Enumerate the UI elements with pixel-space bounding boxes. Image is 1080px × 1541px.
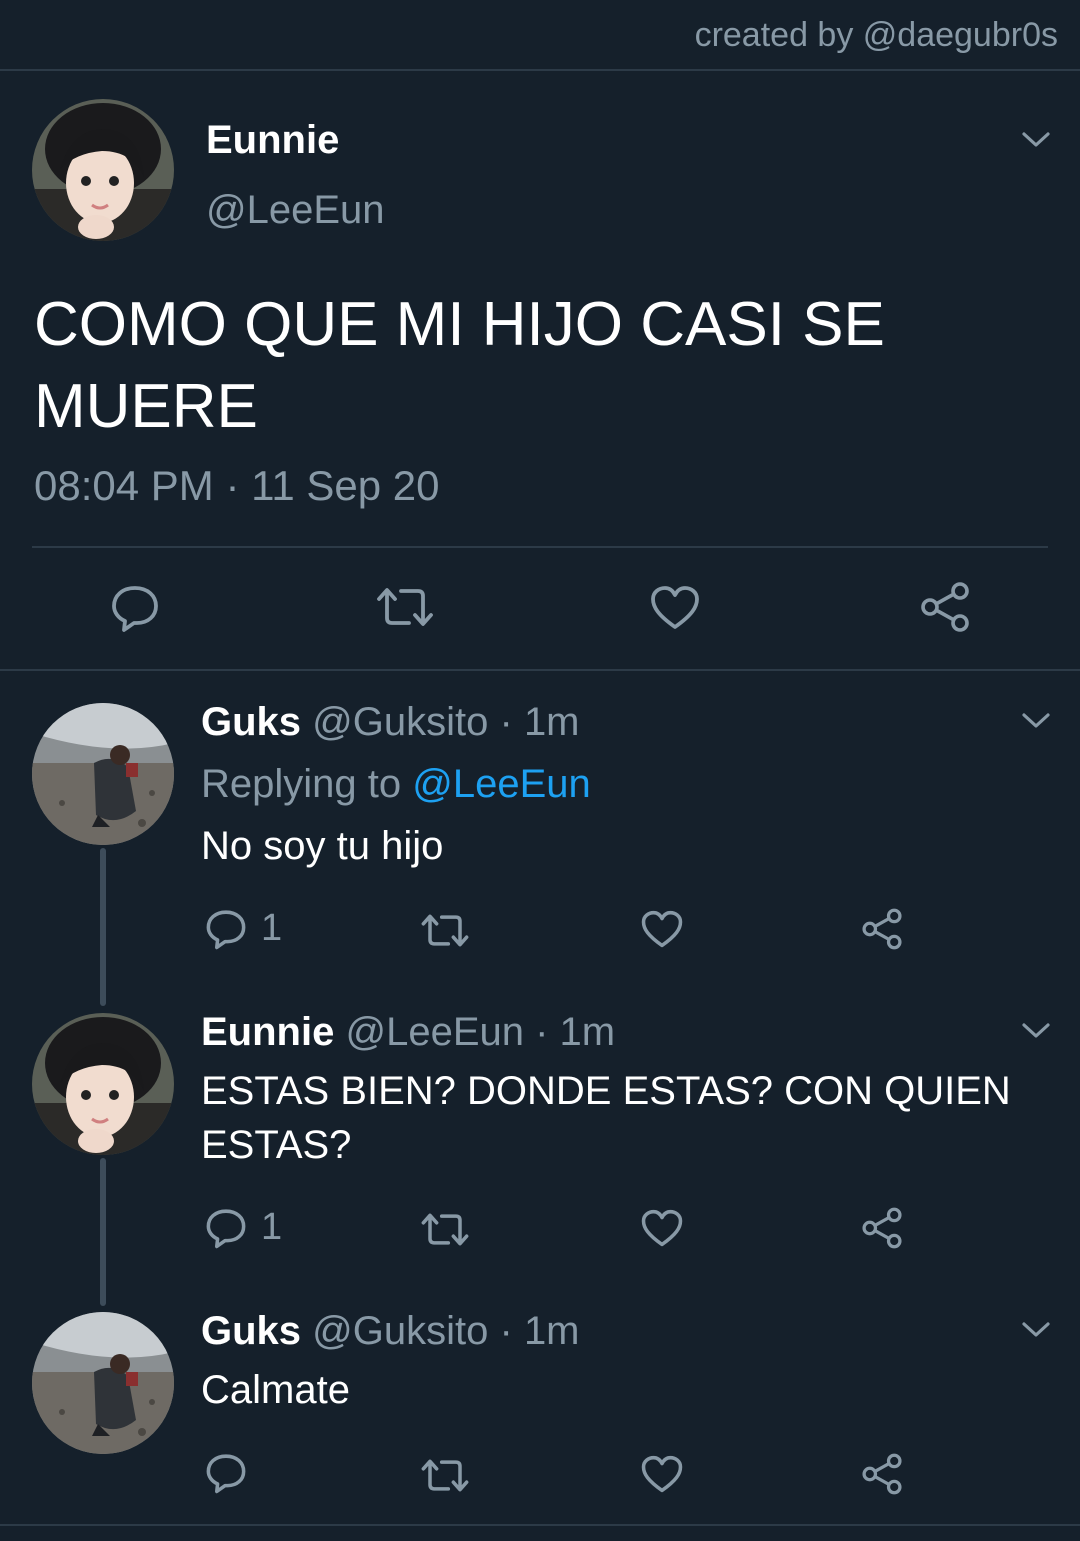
reply-text: ESTAS BIEN? DONDE ESTAS? CON QUIEN ESTAS… — [201, 1069, 1011, 1167]
share-icon — [862, 1453, 902, 1495]
credit-text: created by @daegubr0s — [694, 16, 1058, 54]
avatar-eunnie[interactable] — [32, 99, 174, 241]
retweet-icon — [421, 1213, 469, 1246]
share-button[interactable] — [860, 907, 904, 951]
avatar-eunnie[interactable] — [32, 1013, 174, 1155]
replying-prefix: Replying to — [201, 762, 402, 806]
like-icon — [641, 1209, 683, 1247]
like-button[interactable] — [650, 585, 700, 631]
tweet-divider — [0, 669, 1080, 671]
meta-separator: · — [225, 462, 240, 509]
retweet-button[interactable] — [420, 1457, 470, 1494]
share-icon — [862, 1207, 902, 1249]
retweet-icon — [421, 914, 469, 947]
reply-author-handle[interactable]: @Guksito — [312, 700, 488, 744]
share-button[interactable] — [918, 580, 972, 634]
author-name[interactable]: Eunnie — [206, 118, 339, 163]
meta-divider — [32, 546, 1048, 548]
reply-author-name[interactable]: Guks — [201, 1309, 301, 1353]
reply-time: 1m — [523, 700, 580, 744]
reply-button[interactable] — [110, 583, 160, 633]
top-divider — [0, 69, 1080, 71]
reply-text: Calmate — [201, 1368, 350, 1412]
reply-icon — [112, 586, 158, 632]
reply-button[interactable] — [205, 1452, 247, 1494]
replying-to: Replying to @LeeEun — [201, 762, 591, 807]
tweet-date: 11 Sep 20 — [251, 462, 440, 509]
reply-count: 1 — [261, 1206, 283, 1248]
tweet-time: 08:04 PM — [34, 462, 214, 509]
tweet-meta: 08:04 PM · 11 Sep 20 — [34, 462, 440, 510]
thread-line — [100, 848, 106, 1006]
avatar-guks[interactable] — [32, 703, 174, 845]
reply-header: Eunnie @LeeEun · 1m — [201, 1010, 615, 1055]
reply-icon — [206, 1454, 246, 1494]
dot-separator: · — [488, 1309, 524, 1353]
reply-author-handle[interactable]: @Guksito — [312, 1309, 488, 1353]
like-icon — [651, 586, 699, 629]
thread-line — [100, 1158, 106, 1306]
reply-author-name[interactable]: Guks — [201, 700, 301, 744]
author-handle[interactable]: @LeeEun — [206, 188, 385, 233]
chevron-down-icon[interactable] — [1021, 711, 1051, 731]
mention-link[interactable]: @LeeEun — [412, 762, 591, 806]
retweet-button[interactable] — [375, 585, 435, 629]
bottom-divider — [0, 1524, 1080, 1526]
chevron-down-icon[interactable] — [1021, 1320, 1051, 1340]
retweet-icon — [377, 588, 433, 626]
share-button[interactable] — [860, 1206, 904, 1250]
like-button[interactable] — [641, 910, 683, 949]
dot-separator: · — [488, 700, 524, 744]
chevron-down-icon[interactable] — [1021, 130, 1051, 150]
like-icon — [641, 910, 683, 948]
dot-separator: · — [523, 1010, 560, 1054]
reply-header: Guks @Guksito · 1m — [201, 700, 580, 745]
like-button[interactable] — [641, 1455, 683, 1494]
share-button[interactable] — [860, 1452, 904, 1496]
reply-text: No soy tu hijo — [201, 824, 444, 868]
reply-button[interactable]: 1 — [205, 1206, 282, 1249]
retweet-button[interactable] — [420, 1211, 470, 1248]
reply-time: 1m — [523, 1309, 580, 1353]
reply-author-name[interactable]: Eunnie — [201, 1010, 334, 1054]
share-icon — [921, 582, 969, 632]
reply-icon — [206, 1208, 246, 1248]
tweet-text: COMO QUE MI HIJO CASI SE MUERE — [34, 290, 885, 441]
avatar-guks[interactable] — [32, 1312, 174, 1454]
chevron-down-icon[interactable] — [1021, 1021, 1051, 1041]
like-button[interactable] — [641, 1209, 683, 1248]
reply-button[interactable]: 1 — [205, 907, 282, 950]
reply-count: 1 — [261, 907, 283, 949]
reply-icon — [206, 909, 246, 949]
share-icon — [862, 908, 902, 950]
retweet-icon — [421, 1459, 469, 1492]
reply-author-handle[interactable]: @LeeEun — [345, 1010, 524, 1054]
reply-header: Guks @Guksito · 1m — [201, 1309, 580, 1354]
reply-time: 1m — [559, 1010, 616, 1054]
like-icon — [641, 1455, 683, 1493]
retweet-button[interactable] — [420, 912, 470, 949]
